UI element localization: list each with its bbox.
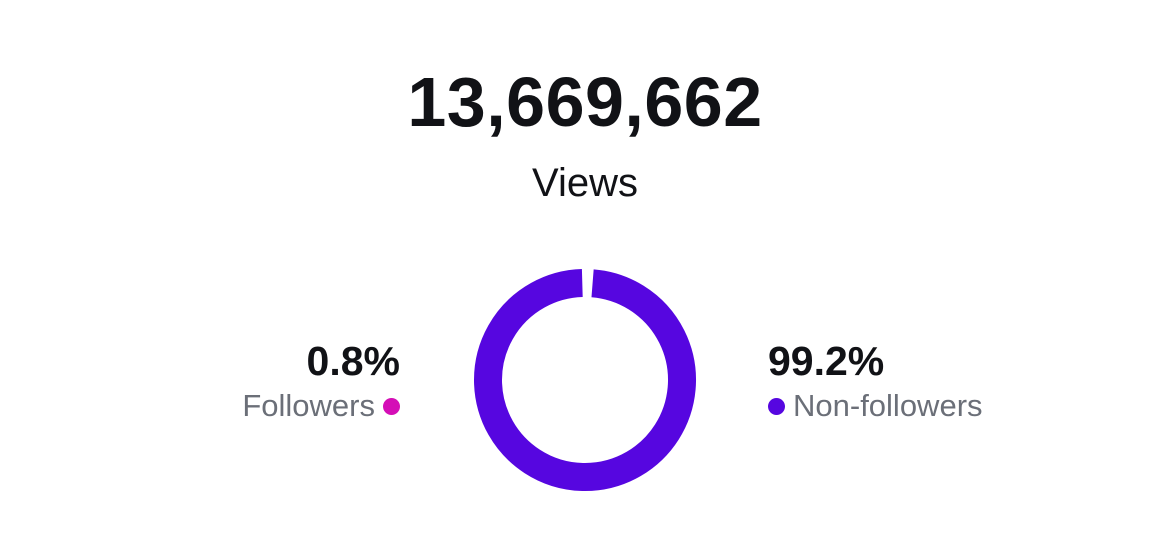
followers-legend: Followers <box>242 386 400 426</box>
non-followers-stat: 99.2% Non-followers <box>768 336 983 426</box>
views-donut-chart <box>474 269 696 491</box>
followers-percent: 0.8% <box>306 338 400 384</box>
followers-stat: 0.8% Followers <box>242 336 400 426</box>
donut-slice-non-followers <box>474 269 696 491</box>
non-followers-legend-label: Non-followers <box>793 388 983 423</box>
non-followers-legend: Non-followers <box>768 386 983 426</box>
total-views-label: Views <box>532 161 638 205</box>
non-followers-percent: 99.2% <box>768 338 885 384</box>
total-views-value: 13,669,662 <box>407 63 763 141</box>
followers-color-dot <box>383 397 400 415</box>
followers-legend-label: Followers <box>242 388 375 423</box>
non-followers-color-dot <box>768 397 785 415</box>
